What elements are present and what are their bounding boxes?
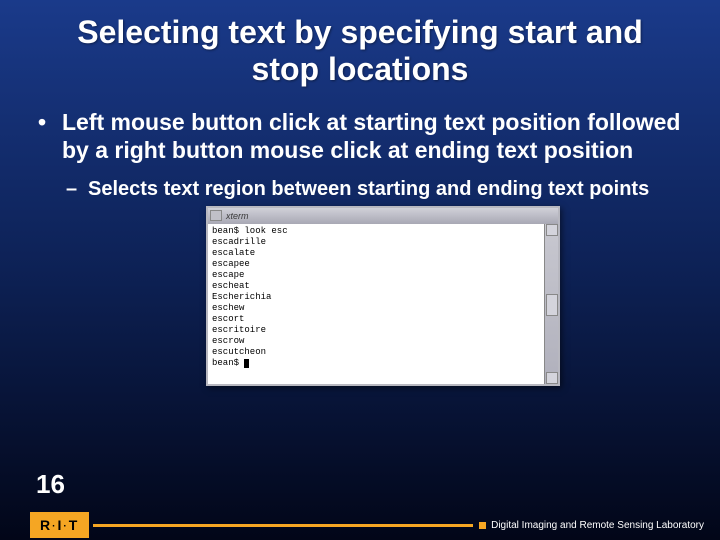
xterm-terminal-text[interactable]: bean$ look esc escadrille escalate escap… [208, 224, 544, 384]
sub-bullet-item: – Selects text region between starting a… [66, 177, 682, 202]
scroll-thumb[interactable] [546, 294, 558, 316]
scroll-down-icon[interactable] [546, 372, 558, 384]
xterm-title-text: xterm [226, 211, 249, 221]
footer: R·I·T Digital Imaging and Remote Sensing… [0, 510, 720, 540]
footer-lab-text: Digital Imaging and Remote Sensing Labor… [491, 520, 704, 531]
bullet-text: Left mouse button click at starting text… [62, 108, 682, 166]
xterm-window: xterm bean$ look esc escadrille escalate… [206, 206, 560, 386]
xterm-titlebar: xterm [208, 208, 558, 224]
slide-title: Selecting text by specifying start and s… [0, 0, 720, 94]
rit-logo: R·I·T [30, 512, 89, 538]
slide-content: • Left mouse button click at starting te… [0, 94, 720, 387]
xterm-scrollbar[interactable] [544, 224, 558, 384]
footer-divider [93, 524, 473, 527]
scroll-up-icon[interactable] [546, 224, 558, 236]
footer-accent-icon [479, 522, 486, 529]
sub-bullet-marker: – [66, 177, 88, 202]
minimize-icon[interactable] [210, 210, 222, 221]
bullet-marker: • [38, 108, 62, 166]
bullet-item: • Left mouse button click at starting te… [38, 108, 682, 166]
page-number: 16 [36, 469, 65, 500]
sub-bullet-text: Selects text region between starting and… [88, 177, 649, 202]
